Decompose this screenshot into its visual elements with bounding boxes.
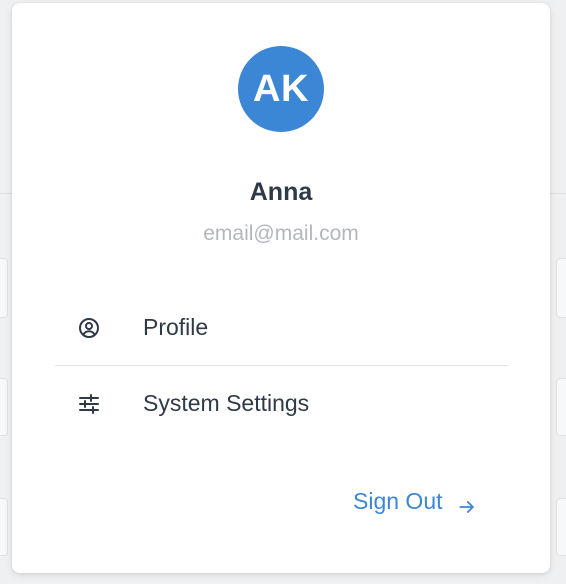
sign-out-label: Sign Out: [353, 488, 443, 514]
arrow-right-icon: [457, 491, 477, 513]
background-panel: [0, 258, 8, 318]
sliders-icon: [77, 392, 101, 416]
sign-out-button[interactable]: Sign Out: [353, 483, 477, 519]
user-email: email@mail.com: [203, 222, 359, 245]
background-panel: [556, 258, 566, 318]
menu-item-system-settings[interactable]: System Settings: [55, 373, 508, 433]
menu-item-profile[interactable]: Profile: [55, 297, 508, 357]
menu-item-label: Profile: [143, 314, 209, 340]
background-panel: [0, 498, 8, 556]
avatar[interactable]: AK: [238, 46, 324, 132]
menu-item-label: System Settings: [143, 390, 310, 416]
account-popover: AK Anna email@mail.com Profile System Se…: [12, 3, 550, 573]
background-panel: [556, 378, 566, 436]
menu-divider: [55, 365, 508, 366]
background-panel: [0, 378, 8, 436]
user-circle-icon: [77, 316, 101, 340]
user-name: Anna: [249, 178, 313, 206]
background-panel: [556, 498, 566, 556]
